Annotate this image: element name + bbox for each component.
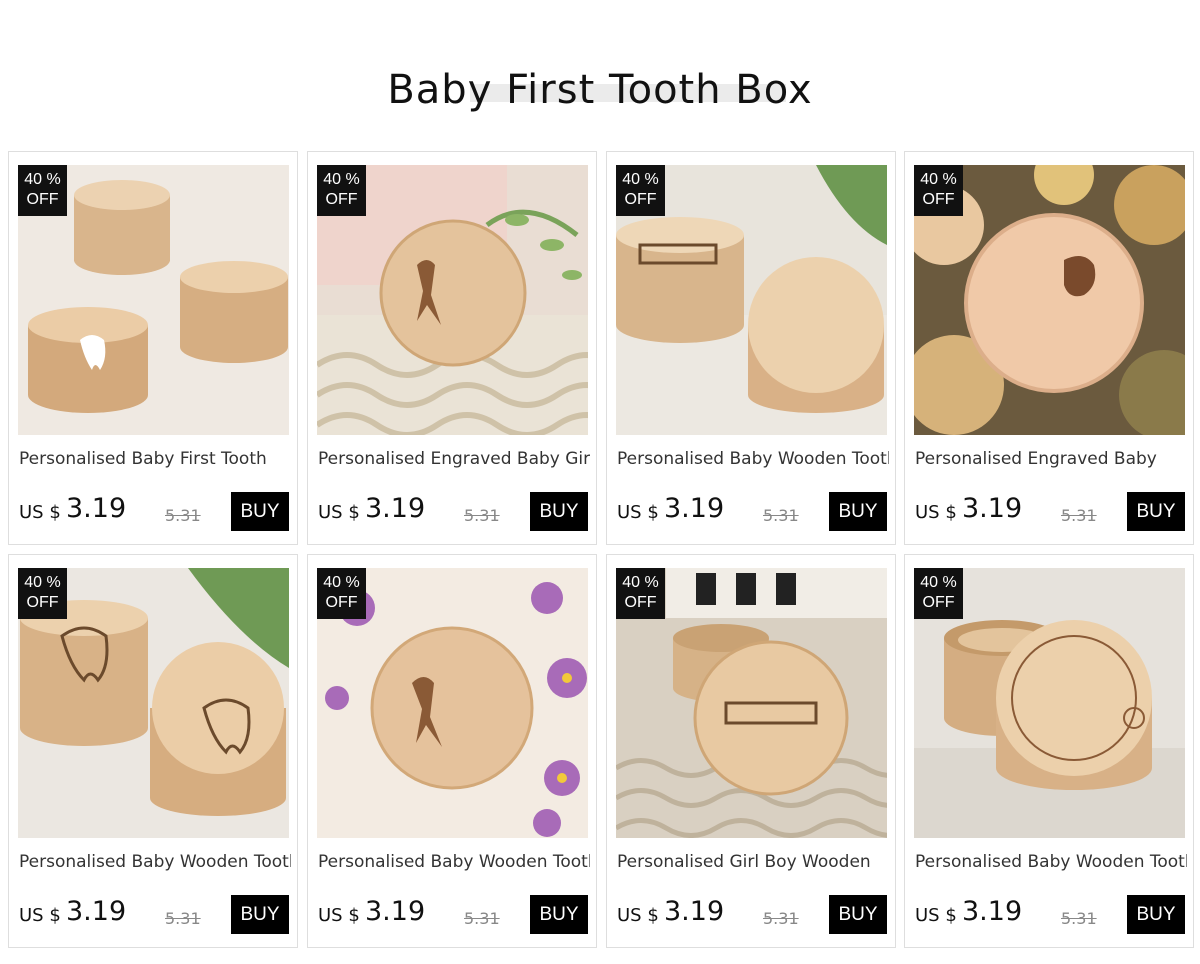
currency-label: US $ [915,905,957,926]
currency-label: US $ [318,502,360,523]
discount-badge: 40 % OFF [18,568,67,619]
buy-button[interactable]: BUY [1127,492,1185,531]
discount-percent: 40 % [622,574,659,591]
product-card[interactable]: 40 % OFF Personalised Baby First Tooth U… [8,151,298,545]
discount-label: OFF [325,594,358,611]
discount-percent: 40 % [920,171,957,188]
discount-label: OFF [922,594,955,611]
buy-button[interactable]: BUY [530,895,588,934]
original-price: 5.31 [763,506,799,525]
original-price: 5.31 [763,909,799,928]
product-title[interactable]: Personalised Engraved Baby Girls [318,449,590,469]
product-image[interactable]: 40 % OFF [616,568,887,838]
sale-price: 3.19 [365,493,426,524]
discount-badge: 40 % OFF [914,568,963,619]
product-title[interactable]: Personalised Baby First Tooth [19,449,291,469]
product-card[interactable]: 40 % OFF Personalised Baby Wooden Tooth … [8,554,298,948]
discount-label: OFF [624,594,657,611]
discount-badge: 40 % OFF [616,165,665,216]
currency-label: US $ [19,502,61,523]
product-card[interactable]: 40 % OFF Personalised Baby Wooden Tooth … [307,554,597,948]
sale-price: 3.19 [962,896,1023,927]
original-price: 5.31 [1061,909,1097,928]
currency-label: US $ [915,502,957,523]
price-row: US $ 3.19 5.31 BUY [318,895,588,935]
product-title[interactable]: Personalised Baby Wooden Tooth [318,852,590,872]
currency-label: US $ [617,502,659,523]
sale-price: 3.19 [962,493,1023,524]
sale-price: 3.19 [365,896,426,927]
product-card[interactable]: 40 % OFF Personalised Baby Wooden Tooth … [606,151,896,545]
product-image[interactable]: 40 % OFF [317,568,588,838]
discount-badge: 40 % OFF [317,568,366,619]
product-title[interactable]: Personalised Engraved Baby [915,449,1187,469]
discount-percent: 40 % [323,574,360,591]
product-card[interactable]: 40 % OFF Personalised Girl Boy Wooden US… [606,554,896,948]
discount-badge: 40 % OFF [317,165,366,216]
discount-label: OFF [325,191,358,208]
product-title[interactable]: Personalised Girl Boy Wooden [617,852,889,872]
product-image[interactable]: 40 % OFF [317,165,588,435]
price-row: US $ 3.19 5.31 BUY [617,895,887,935]
page-header: Baby First Tooth Box [0,62,1200,118]
sale-price: 3.19 [66,493,127,524]
discount-badge: 40 % OFF [18,165,67,216]
buy-button[interactable]: BUY [829,895,887,934]
product-title[interactable]: Personalised Baby Wooden Tooth [617,449,889,469]
discount-percent: 40 % [920,574,957,591]
buy-button[interactable]: BUY [231,492,289,531]
discount-badge: 40 % OFF [616,568,665,619]
original-price: 5.31 [1061,506,1097,525]
product-image[interactable]: 40 % OFF [914,165,1185,435]
price-row: US $ 3.19 5.31 BUY [19,492,289,532]
product-title[interactable]: Personalised Baby Wooden Tooth [915,852,1187,872]
discount-label: OFF [26,594,59,611]
discount-percent: 40 % [323,171,360,188]
price-row: US $ 3.19 5.31 BUY [915,492,1185,532]
sale-price: 3.19 [664,493,725,524]
original-price: 5.31 [165,506,201,525]
currency-label: US $ [617,905,659,926]
product-card[interactable]: 40 % OFF Personalised Baby Wooden Tooth … [904,554,1194,948]
discount-percent: 40 % [24,574,61,591]
discount-percent: 40 % [24,171,61,188]
product-card[interactable]: 40 % OFF Personalised Engraved Baby US $… [904,151,1194,545]
currency-label: US $ [318,905,360,926]
discount-label: OFF [26,191,59,208]
price-row: US $ 3.19 5.31 BUY [617,492,887,532]
price-row: US $ 3.19 5.31 BUY [19,895,289,935]
original-price: 5.31 [464,909,500,928]
product-title[interactable]: Personalised Baby Wooden Tooth [19,852,291,872]
discount-label: OFF [922,191,955,208]
product-card[interactable]: 40 % OFF Personalised Engraved Baby Girl… [307,151,597,545]
buy-button[interactable]: BUY [231,895,289,934]
product-image[interactable]: 40 % OFF [914,568,1185,838]
buy-button[interactable]: BUY [530,492,588,531]
discount-label: OFF [624,191,657,208]
sale-price: 3.19 [664,896,725,927]
currency-label: US $ [19,905,61,926]
sale-price: 3.19 [66,896,127,927]
product-image[interactable]: 40 % OFF [616,165,887,435]
original-price: 5.31 [165,909,201,928]
buy-button[interactable]: BUY [1127,895,1185,934]
buy-button[interactable]: BUY [829,492,887,531]
original-price: 5.31 [464,506,500,525]
product-image[interactable]: 40 % OFF [18,568,289,838]
discount-percent: 40 % [622,171,659,188]
product-image[interactable]: 40 % OFF [18,165,289,435]
price-row: US $ 3.19 5.31 BUY [318,492,588,532]
price-row: US $ 3.19 5.31 BUY [915,895,1185,935]
page-title: Baby First Tooth Box [387,67,813,113]
discount-badge: 40 % OFF [914,165,963,216]
